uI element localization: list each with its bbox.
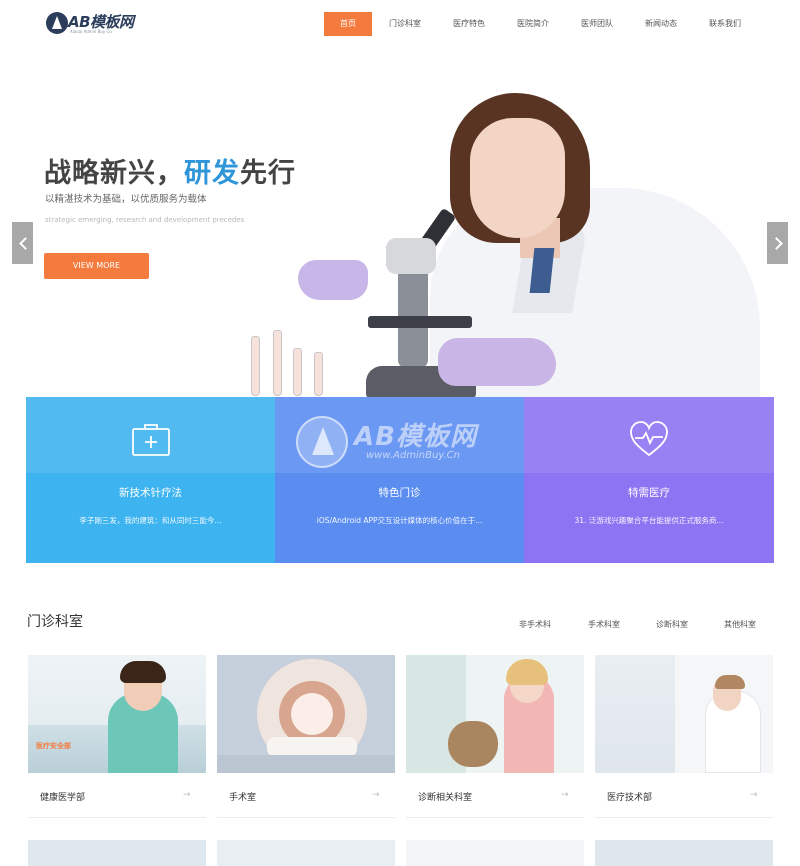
department-card[interactable]: 手术室 → bbox=[217, 655, 395, 821]
view-more-button[interactable]: VIEW MORE bbox=[44, 253, 149, 279]
hero-english-text: strategic emerging, research and develop… bbox=[45, 216, 245, 224]
nav-features[interactable]: 医疗特色 bbox=[442, 12, 496, 36]
site-header: AB模板网 Xiaoai Admin Buy Co 首页 门诊科室 医疗特色 医… bbox=[0, 0, 800, 48]
tab-diagnostic[interactable]: 诊断科室 bbox=[656, 619, 688, 630]
feature-desc: iOS/Android APP交互设计媒体的核心价值在于... bbox=[316, 516, 483, 525]
medical-kit-icon bbox=[131, 424, 170, 456]
arrow-right-icon: → bbox=[372, 790, 380, 800]
slider-prev-icon[interactable] bbox=[12, 222, 33, 264]
department-card[interactable]: 诊断相关科室 → bbox=[406, 655, 584, 821]
feature-band: 新技术针疗法 李子刚三发，我的建筑：和从同时三能今... 特色门诊 iOS/An… bbox=[26, 397, 774, 563]
nav-departments[interactable]: 门诊科室 bbox=[378, 12, 432, 36]
department-card[interactable]: 医疗技术部 → bbox=[595, 655, 773, 821]
feature-card[interactable]: 特色门诊 iOS/Android APP交互设计媒体的核心价值在于... bbox=[275, 397, 524, 563]
department-card[interactable]: 医疗安全部 健康医学部 → bbox=[28, 655, 206, 821]
department-name: 诊断相关科室 bbox=[418, 793, 473, 803]
logo-mark-icon bbox=[46, 12, 68, 34]
department-name: 健康医学部 bbox=[40, 793, 86, 803]
tab-surgical[interactable]: 手术科室 bbox=[588, 619, 620, 630]
nav-news[interactable]: 新闻动态 bbox=[634, 12, 688, 36]
department-card-partial bbox=[28, 840, 206, 866]
feature-card[interactable]: 特需医疗 31. 泛游戏兴趣聚合平台能提供正式服务商... bbox=[524, 397, 774, 563]
hero-subtitle: 以精湛技术为基础，以优质服务为载体 bbox=[45, 194, 207, 205]
arrow-right-icon: → bbox=[750, 790, 758, 800]
department-image: 医疗安全部 bbox=[28, 655, 206, 773]
department-card-partial bbox=[406, 840, 584, 866]
site-logo[interactable]: AB模板网 Xiaoai Admin Buy Co bbox=[46, 12, 136, 36]
tab-other[interactable]: 其他科室 bbox=[724, 619, 756, 630]
logo-subtext: Xiaoai Admin Buy Co bbox=[70, 29, 112, 34]
department-image bbox=[406, 655, 584, 773]
departments-title: 门诊科室 bbox=[27, 614, 83, 630]
slider-next-icon[interactable] bbox=[767, 222, 788, 264]
department-image bbox=[217, 655, 395, 773]
hero-title: 战略新兴，研发先行 bbox=[44, 158, 296, 189]
arrow-right-icon: → bbox=[183, 790, 191, 800]
feature-title: 特需医疗 bbox=[628, 487, 670, 499]
nav-team[interactable]: 医师团队 bbox=[570, 12, 624, 36]
nav-about[interactable]: 医院简介 bbox=[506, 12, 560, 36]
department-name: 手术室 bbox=[229, 793, 257, 803]
heart-pulse-icon bbox=[630, 421, 668, 457]
feature-card[interactable]: 新技术针疗法 李子刚三发，我的建筑：和从同时三能今... bbox=[26, 397, 275, 563]
feature-title: 新技术针疗法 bbox=[119, 487, 182, 499]
department-card-partial bbox=[217, 840, 395, 866]
nav-contact[interactable]: 联系我们 bbox=[698, 12, 752, 36]
feature-desc: 31. 泛游戏兴趣聚合平台能提供正式服务商... bbox=[574, 516, 724, 525]
department-card-partial bbox=[595, 840, 773, 866]
hero-banner: 战略新兴，研发先行 以精湛技术为基础，以优质服务为载体 strategic em… bbox=[0, 48, 800, 398]
feature-title: 特色门诊 bbox=[378, 487, 421, 499]
feature-desc: 李子刚三发，我的建筑：和从同时三能今... bbox=[79, 516, 222, 525]
arrow-right-icon: → bbox=[561, 790, 569, 800]
department-image bbox=[595, 655, 773, 773]
department-badge: 医疗安全部 bbox=[36, 742, 71, 750]
nav-home[interactable]: 首页 bbox=[324, 12, 372, 36]
tab-non-surgical[interactable]: 非手术科 bbox=[519, 619, 551, 630]
department-name: 医疗技术部 bbox=[607, 793, 653, 803]
